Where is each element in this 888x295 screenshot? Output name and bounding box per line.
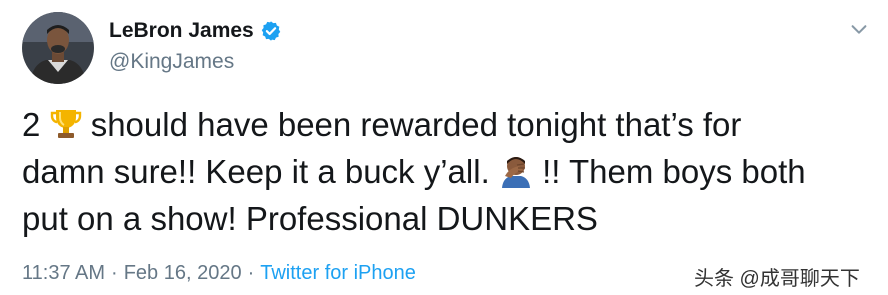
author-name-row: LeBron James [109, 17, 282, 45]
tweet-text-segment: should have been rewarded tonight that’s… [90, 106, 742, 143]
facepalm-icon [499, 154, 533, 198]
tweet-text: 2 should have been rewarded tonight that… [22, 104, 862, 240]
tweet-text-segment: !! Them boys both [542, 153, 806, 190]
tweet-line-3: put on a show! Professional DUNKERS [22, 200, 598, 237]
tweet-time[interactable]: 11:37 AM [22, 262, 105, 284]
tweet-line-2: damn sure!! Keep it a buck y’all. !! The… [22, 151, 862, 198]
tweet-text-segment: damn sure!! Keep it a buck y’all. [22, 153, 490, 190]
meta-separator: · [247, 262, 255, 284]
tweet-line-1: 2 should have been rewarded tonight that… [22, 104, 862, 151]
avatar[interactable] [22, 12, 94, 84]
verified-badge-icon [260, 20, 282, 42]
tweet-card: LeBron James @KingJames 2 should have be… [0, 0, 888, 295]
trophy-icon [50, 107, 82, 151]
meta-separator: · [111, 262, 118, 284]
tweet-date[interactable]: Feb 16, 2020 [124, 262, 242, 284]
tweet-meta: 11:37 AM · Feb 16, 2020 · Twitter for iPhone [22, 262, 416, 285]
author-display-name[interactable]: LeBron James [109, 19, 254, 43]
author-handle[interactable]: @KingJames [109, 50, 234, 74]
tweet-text-segment: 2 [22, 106, 41, 143]
watermark-text: 头条 @成哥聊天下 [694, 268, 860, 290]
chevron-down-icon[interactable] [848, 18, 870, 40]
tweet-source-link[interactable]: Twitter for iPhone [260, 262, 416, 284]
